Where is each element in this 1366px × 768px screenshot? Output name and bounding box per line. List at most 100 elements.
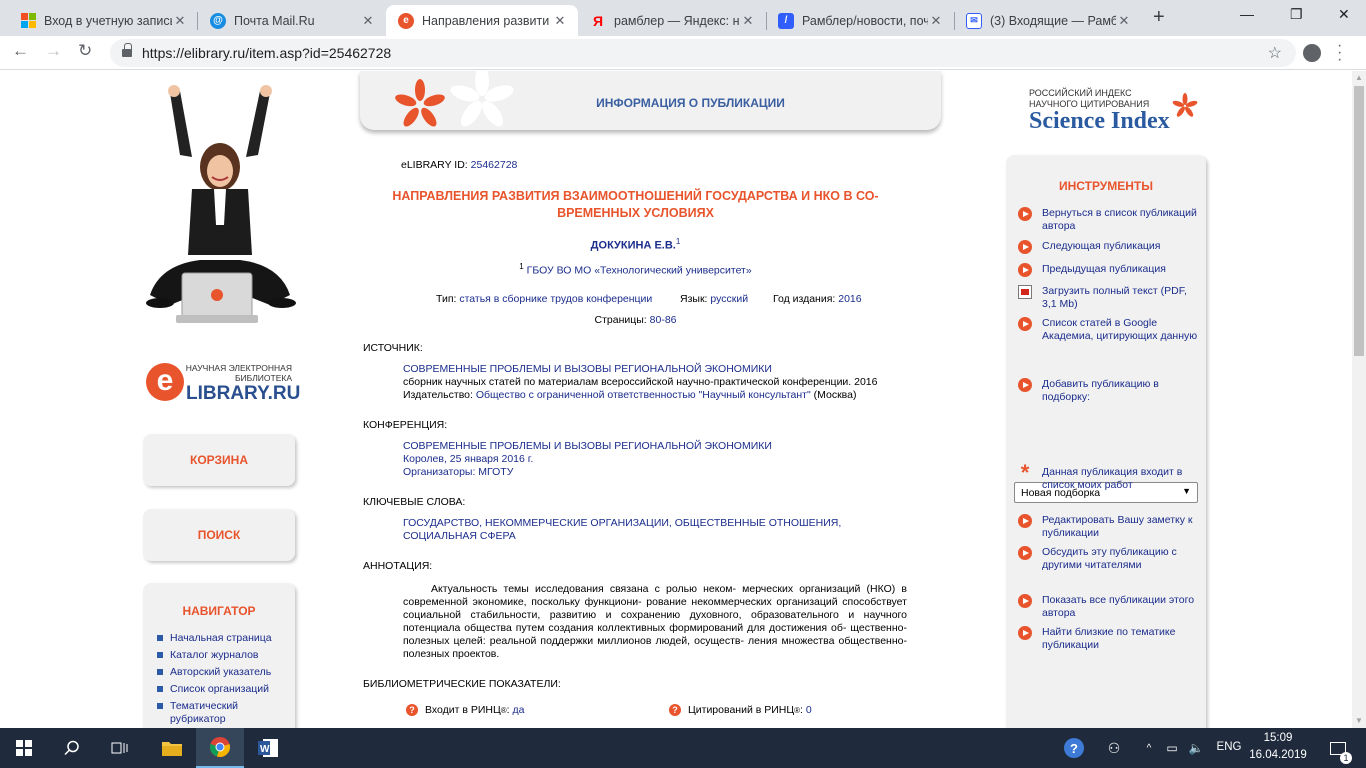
tab-rambler-mail[interactable]: ✉ (3) Входящие — Рамбл ✕ (954, 5, 1142, 36)
registered-mark: ® (794, 705, 801, 715)
elibrary-e-icon: e (146, 363, 184, 401)
pages-value: 80-86 (649, 314, 677, 326)
tab-rambler-news[interactable]: / Рамблер/новости, поч ✕ (766, 5, 954, 36)
close-icon[interactable]: ✕ (552, 13, 568, 29)
arrow-right-circle-icon (1018, 207, 1032, 221)
source-name-link[interactable]: СОВРЕМЕННЫЕ ПРОБЛЕМЫ И ВЫЗОВЫ РЕГИОНАЛЬН… (403, 363, 908, 376)
author-line: ДОКУКИНА Е.В.1 (363, 237, 908, 252)
scroll-down-arrow-icon[interactable]: ▼ (1352, 714, 1366, 728)
close-icon[interactable]: ✕ (360, 13, 376, 29)
nav-item-authors[interactable]: Авторский указатель (157, 666, 295, 679)
clock-time[interactable]: 15:09 (1250, 732, 1306, 744)
arrow-right-circle-icon (1018, 626, 1032, 640)
science-index-logo[interactable]: РОССИЙСКИЙ ИНДЕКС НАУЧНОГО ЦИТИРОВАНИЯ S… (1029, 88, 1209, 138)
tab-title: Рамблер/новости, поч (802, 13, 928, 28)
new-tab-button[interactable]: + (1153, 6, 1165, 29)
tool-previous-publication[interactable]: Предыдущая публикация (1018, 263, 1202, 277)
task-view-button[interactable] (96, 728, 144, 768)
publisher-line: Издательство: Общество с ограниченной от… (403, 389, 908, 402)
tool-back-to-author-list[interactable]: Вернуться в список публикаций автора (1018, 207, 1202, 233)
scrollbar-thumb[interactable] (1354, 86, 1364, 356)
close-icon[interactable]: ✕ (172, 13, 188, 29)
affiliation-link[interactable]: ГБОУ ВО МО «Технологический университет» (527, 265, 752, 277)
notification-center-button[interactable]: 1 (1318, 728, 1358, 768)
cart-button[interactable]: КОРЗИНА (143, 434, 295, 486)
volume-icon[interactable]: 🔈 (1186, 728, 1206, 768)
author-link[interactable]: ДОКУКИНА Е.В. (591, 240, 676, 252)
source-label: ИСТОЧНИК: (363, 342, 423, 354)
minimize-button[interactable]: — (1240, 6, 1254, 22)
tab-title: Вход в учетную запись (44, 13, 172, 28)
tool-my-works[interactable]: * Данная публикация входит в список моих… (1018, 462, 1202, 492)
scroll-up-arrow-icon[interactable]: ▲ (1352, 71, 1366, 85)
bookmark-star-icon[interactable]: ☆ (1268, 43, 1282, 63)
network-icon[interactable]: ▭ (1162, 728, 1182, 768)
nav-item-rubricator[interactable]: Тематический рубрикатор (157, 700, 295, 726)
address-bar[interactable]: https://elibrary.ru/item.asp?id=25462728… (110, 39, 1296, 67)
elibrary-id-value: 25462728 (470, 159, 518, 171)
close-icon[interactable]: ✕ (740, 13, 756, 29)
publisher-link[interactable]: Общество с ограниченной ответственностью… (476, 389, 811, 401)
file-explorer-button[interactable] (148, 728, 196, 768)
windows-taskbar: W ? ⚇ ^ ▭ 🔈 ENG 15:09 16.04.2019 1 (0, 728, 1366, 768)
forward-button[interactable]: → (45, 41, 62, 61)
tab-yandex[interactable]: Я рамблер — Яндекс: на ✕ (578, 5, 766, 36)
tool-next-publication[interactable]: Следующая публикация (1018, 240, 1202, 254)
folder-icon (162, 742, 182, 756)
affiliation-line: 1 ГБОУ ВО МО «Технологический университе… (363, 262, 908, 277)
tool-label: Обсудить эту публикацию с другими читате… (1042, 546, 1177, 571)
nav-item-organizations[interactable]: Список организаций (157, 683, 295, 696)
tab-mail-ru[interactable]: @ Почта Mail.Ru ✕ (198, 5, 386, 36)
tab-microsoft-login[interactable]: Вход в учетную запись ✕ (8, 5, 198, 36)
arrow-right-circle-icon (1018, 546, 1032, 560)
tool-label: Список статей в Google Академиа, цитирую… (1042, 317, 1198, 342)
language-field: Язык: русский (680, 293, 748, 305)
windows-icon (20, 12, 36, 29)
maximize-button[interactable]: ❐ (1290, 6, 1303, 23)
tool-google-scholar[interactable]: Список статей в Google Академиа, цитирую… (1018, 317, 1202, 343)
tool-similar-publications[interactable]: Найти близкие по тематике публикации (1018, 626, 1202, 652)
tool-add-to-collection[interactable]: Добавить публикацию в подборку: (1018, 378, 1202, 404)
science-index-title: Science Index (1029, 108, 1170, 134)
elibrary-logo[interactable]: e НАУЧНАЯ ЭЛЕКТРОННАЯ БИБЛИОТЕКА LIBRARY… (146, 361, 306, 405)
close-window-button[interactable]: ✕ (1338, 6, 1350, 23)
type-label: Тип: (436, 293, 457, 305)
back-button[interactable]: ← (12, 41, 29, 61)
profile-avatar-icon[interactable] (1303, 44, 1321, 62)
tab-title: рамблер — Яндекс: на (614, 13, 740, 28)
tool-label: Добавить публикацию в подборку: (1042, 378, 1159, 403)
tool-label: Редактировать Вашу заметку к публикации (1042, 514, 1193, 539)
help-tray-button[interactable]: ? (1060, 728, 1088, 768)
language-indicator[interactable]: ENG (1214, 741, 1244, 753)
tab-elibrary[interactable]: e Направления развити ✕ (386, 5, 578, 36)
conference-name-link[interactable]: СОВРЕМЕННЫЕ ПРОБЛЕМЫ И ВЫЗОВЫ РЕГИОНАЛЬН… (403, 440, 908, 453)
word-taskbar-button[interactable]: W (244, 728, 292, 768)
tab-title: Почта Mail.Ru (234, 13, 315, 28)
nav-item-journals[interactable]: Каталог журналов (157, 649, 295, 662)
help-icon[interactable]: ? (406, 704, 418, 716)
search-taskbar-button[interactable] (48, 728, 96, 768)
tool-discuss[interactable]: Обсудить эту публикацию с другими читате… (1018, 546, 1202, 572)
url-text[interactable]: https://elibrary.ru/item.asp?id=25462728 (142, 45, 391, 61)
organizers-link[interactable]: МГОТУ (478, 466, 513, 478)
tools-title: ИНСТРУМЕНТЫ (1058, 179, 1154, 193)
chrome-taskbar-button[interactable] (196, 728, 244, 768)
close-icon[interactable]: ✕ (928, 13, 944, 29)
show-hidden-icons-icon[interactable]: ^ (1140, 728, 1158, 768)
notification-count-badge: 1 (1340, 752, 1352, 764)
search-button[interactable]: ПОИСК (143, 509, 295, 561)
nav-item-home[interactable]: Начальная страница (157, 632, 295, 645)
reload-button[interactable]: ↻ (78, 41, 92, 61)
tool-download-pdf[interactable]: Загрузить полный текст (PDF, 3,1 Mb) (1018, 285, 1202, 311)
tool-edit-note[interactable]: Редактировать Вашу заметку к публикации (1018, 514, 1202, 540)
start-button[interactable] (0, 728, 48, 768)
tool-all-author-publications[interactable]: Показать все публикации этого автора (1018, 594, 1202, 620)
menu-kebab-icon[interactable]: · · · (1337, 38, 1342, 68)
rinc-included-label: Входит в РИНЦ (425, 704, 501, 716)
people-icon[interactable]: ⚇ (1102, 728, 1126, 768)
clock-date[interactable]: 16.04.2019 (1244, 749, 1312, 761)
chrome-icon (210, 737, 230, 757)
keywords-list[interactable]: ГОСУДАРСТВО, НЕКОММЕРЧЕСКИЕ ОРГАНИЗАЦИИ,… (403, 517, 903, 543)
help-icon[interactable]: ? (669, 704, 681, 716)
close-icon[interactable]: ✕ (1116, 13, 1132, 29)
